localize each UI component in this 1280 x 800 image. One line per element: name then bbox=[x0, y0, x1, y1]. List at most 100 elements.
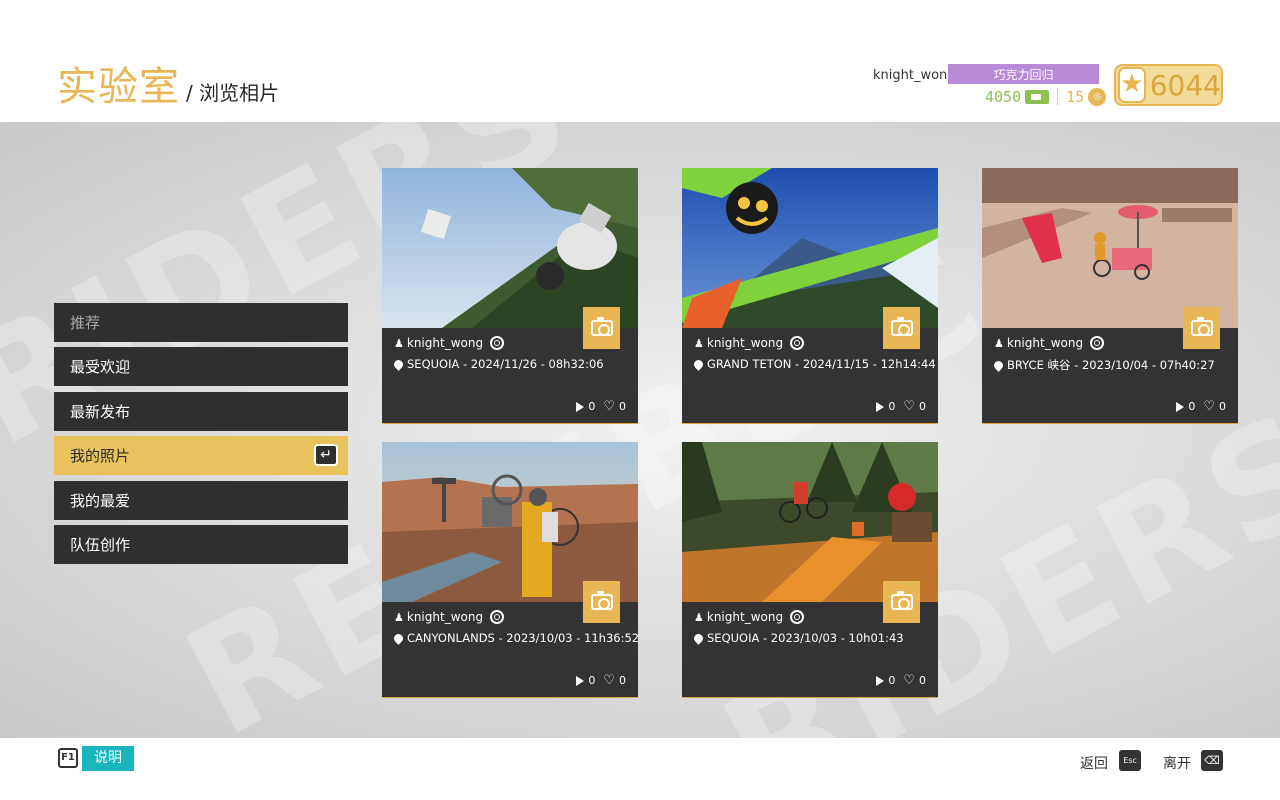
camera-icon bbox=[590, 591, 613, 610]
browse-area: RIDERS REPUBLIC RIDERS 推荐 最受欢迎 最新发布 我的照片… bbox=[0, 122, 1280, 738]
photo-mode-button[interactable] bbox=[883, 581, 920, 623]
photo-counts: 0 ♡ 0 bbox=[576, 400, 626, 413]
photo-card[interactable]: ♟ knight_wong SEQUOIA - 2023/10/03 - 10h… bbox=[682, 442, 938, 697]
stats-divider bbox=[1057, 89, 1059, 105]
play-count: 0 bbox=[588, 400, 596, 413]
photo-mode-button[interactable] bbox=[583, 581, 620, 623]
photo-card[interactable]: ♟ knight_wong SEQUOIA - 2024/11/26 - 08h… bbox=[382, 168, 638, 423]
f1-key-icon: F1 bbox=[58, 748, 78, 768]
heart-icon: ♡ bbox=[603, 399, 615, 414]
menu-item-popular[interactable]: 最受欢迎 bbox=[54, 347, 348, 386]
location-pin-icon bbox=[992, 358, 1005, 372]
location-pin-icon bbox=[392, 357, 405, 371]
person-icon: ♟ bbox=[694, 336, 704, 350]
like-count: 0 bbox=[919, 400, 926, 413]
photo-thumbnail bbox=[682, 442, 938, 602]
photo-location: CANYONLANDS - 2023/10/03 - 11h36:52 bbox=[392, 631, 640, 645]
menu-item-favorites[interactable]: 我的最爱 bbox=[54, 481, 348, 520]
stars-counter: ★ 6044 bbox=[1114, 64, 1223, 106]
menu-item-my-photos[interactable]: 我的照片 ↵ bbox=[54, 436, 348, 475]
author-name: knight_wong bbox=[1006, 336, 1084, 350]
menu-item-team-creations[interactable]: 队伍创作 bbox=[54, 525, 348, 564]
photo-counts: 0 ♡ 0 bbox=[876, 674, 926, 687]
person-icon: ♟ bbox=[394, 610, 404, 624]
menu-item-label: 我的照片 bbox=[70, 447, 131, 465]
photo-thumbnail bbox=[382, 442, 638, 602]
photo-mode-button[interactable] bbox=[883, 307, 920, 349]
location-pin-icon bbox=[392, 631, 405, 645]
location-pin-icon bbox=[692, 631, 705, 645]
ubisoft-icon bbox=[490, 336, 505, 350]
breadcrumb: 实验室 / 浏览相片 bbox=[57, 54, 279, 112]
photo-counts: 0 ♡ 0 bbox=[576, 674, 626, 687]
photo-location: BRYCE 峡谷 - 2023/10/04 - 07h40:27 bbox=[992, 357, 1215, 373]
photo-location: SEQUOIA - 2024/11/26 - 08h32:06 bbox=[392, 357, 604, 371]
play-icon bbox=[876, 401, 885, 412]
top-header: 实验室 / 浏览相片 knight_wong 巧克力回归 4050 15 ◎ ★… bbox=[0, 0, 1280, 122]
play-count: 0 bbox=[888, 400, 896, 413]
menu-item-label: 最新发布 bbox=[70, 403, 131, 421]
like-count: 0 bbox=[619, 400, 626, 413]
heart-icon: ♡ bbox=[603, 673, 615, 688]
play-count: 0 bbox=[888, 674, 896, 687]
ubisoft-icon bbox=[490, 610, 505, 624]
ubisoft-icon bbox=[790, 336, 805, 350]
author-name: knight_wong bbox=[706, 610, 784, 624]
play-icon bbox=[876, 675, 885, 686]
ubisoft-icon bbox=[1090, 336, 1105, 350]
photo-author: ♟ knight_wong bbox=[994, 336, 1105, 350]
person-icon: ♟ bbox=[694, 610, 704, 624]
like-count: 0 bbox=[619, 674, 626, 687]
location-text: SEQUOIA - 2024/11/26 - 08h32:06 bbox=[407, 357, 604, 371]
like-count: 0 bbox=[919, 674, 926, 687]
backspace-key-icon: ⌫ bbox=[1201, 750, 1223, 771]
photo-location: GRAND TETON - 2024/11/15 - 12h14:44 bbox=[692, 357, 936, 371]
menu-item-newest[interactable]: 最新发布 bbox=[54, 392, 348, 431]
photo-counts: 0 ♡ 0 bbox=[876, 400, 926, 413]
menu-item-recommended[interactable]: 推荐 bbox=[54, 303, 348, 342]
author-name: knight_wong bbox=[706, 336, 784, 350]
stars-value: 6044 bbox=[1149, 68, 1221, 102]
camera-icon bbox=[590, 317, 613, 336]
play-icon bbox=[576, 401, 585, 412]
camera-icon bbox=[890, 591, 913, 610]
back-button[interactable]: 返回 bbox=[1080, 753, 1108, 773]
photo-author: ♟ knight_wong bbox=[394, 336, 505, 350]
heart-icon: ♡ bbox=[903, 399, 915, 414]
person-icon: ♟ bbox=[394, 336, 404, 350]
xp-value: 4050 bbox=[985, 88, 1022, 106]
location-pin-icon bbox=[692, 357, 705, 371]
location-text: GRAND TETON - 2024/11/15 - 12h14:44 bbox=[707, 357, 936, 371]
heart-icon: ♡ bbox=[903, 673, 915, 688]
menu-item-label: 队伍创作 bbox=[70, 536, 131, 554]
currency-stats: 4050 15 ◎ bbox=[985, 88, 1107, 106]
photo-mode-button[interactable] bbox=[583, 307, 620, 349]
photo-card[interactable]: ♟ knight_wong CANYONLANDS - 2023/10/03 -… bbox=[382, 442, 640, 697]
page-title: 实验室 bbox=[57, 64, 180, 110]
menu-item-label: 推荐 bbox=[70, 314, 101, 332]
menu-item-label: 我的最爱 bbox=[70, 492, 131, 510]
photo-card[interactable]: ♟ knight_wong GRAND TETON - 2024/11/15 -… bbox=[682, 168, 938, 423]
username: knight_wong bbox=[873, 68, 956, 83]
camera-icon bbox=[1190, 317, 1213, 336]
location-text: BRYCE 峡谷 - 2023/10/04 - 07h40:27 bbox=[1007, 358, 1215, 372]
profile-badge: 巧克力回归 bbox=[948, 64, 1099, 84]
star-icon: ★ bbox=[1118, 67, 1146, 103]
camera-icon bbox=[890, 317, 913, 336]
play-icon bbox=[576, 675, 585, 686]
coin-icon: ◎ bbox=[1088, 88, 1107, 106]
help-button[interactable]: 说明 bbox=[82, 746, 134, 771]
play-count: 0 bbox=[588, 674, 596, 687]
photo-thumbnail bbox=[382, 168, 638, 328]
ubisoft-icon bbox=[790, 610, 805, 624]
photo-mode-button[interactable] bbox=[1183, 307, 1220, 349]
photo-author: ♟ knight_wong bbox=[394, 610, 505, 624]
location-text: CANYONLANDS - 2023/10/03 - 11h36:52 bbox=[407, 631, 640, 645]
play-icon bbox=[1176, 401, 1185, 412]
bottom-bar: F1 说明 返回 Esc 离开 ⌫ bbox=[0, 738, 1280, 800]
quit-button[interactable]: 离开 bbox=[1163, 753, 1191, 773]
photo-card[interactable]: ♟ knight_wong BRYCE 峡谷 - 2023/10/04 - 07… bbox=[982, 168, 1238, 423]
enter-key-icon: ↵ bbox=[314, 444, 338, 466]
author-name: knight_wong bbox=[406, 336, 484, 350]
photo-thumbnail bbox=[982, 168, 1238, 328]
